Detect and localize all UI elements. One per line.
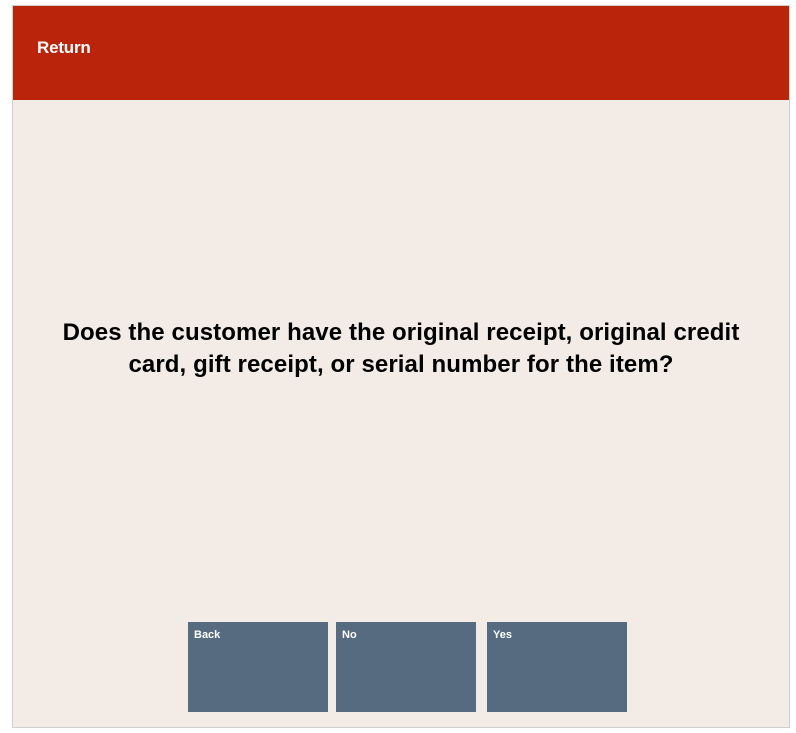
header-bar: Return — [13, 6, 789, 100]
no-button[interactable]: No — [336, 622, 476, 712]
no-button-label: No — [342, 629, 357, 641]
yes-button-label: Yes — [493, 629, 512, 641]
back-button-label: Back — [194, 629, 221, 641]
prompt-question: Does the customer have the original rece… — [62, 319, 740, 378]
return-screen: Return Does the customer have the origin… — [12, 5, 790, 728]
yes-button[interactable]: Yes — [487, 622, 627, 712]
page-title: Return — [37, 38, 91, 57]
back-button[interactable]: Back — [188, 622, 328, 712]
